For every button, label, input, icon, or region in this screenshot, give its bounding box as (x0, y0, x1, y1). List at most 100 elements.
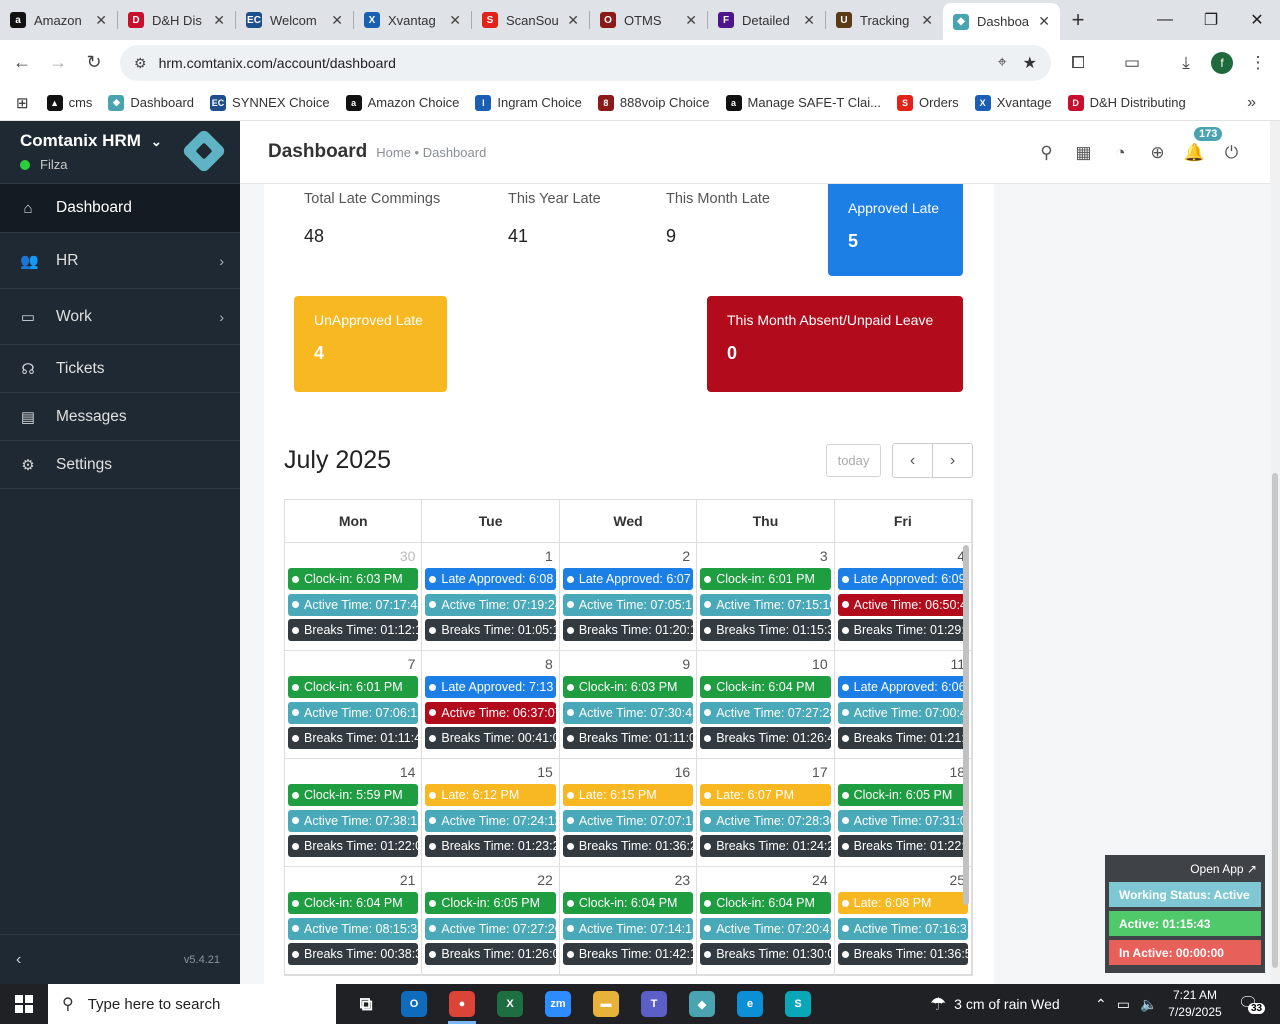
bookmark-6[interactable]: a Manage SAFE-T Clai... (725, 94, 881, 111)
calendar-event[interactable]: Clock-in: 6:04 PM (288, 892, 419, 914)
tab-1[interactable]: D D&H Dis ✕ (118, 3, 235, 37)
calendar-event[interactable]: Active Time: 07:20:41 (700, 917, 831, 940)
calendar-event[interactable]: Active Time: 07:27:28 (700, 701, 831, 724)
calendar-event[interactable]: Active Time: 07:14:18 (562, 917, 694, 940)
day-number[interactable]: 9 (563, 654, 693, 676)
calendar-event[interactable]: Active Time: 06:37:07 (425, 701, 556, 724)
calendar-event[interactable]: Clock-in: 6:01 PM (288, 676, 419, 698)
profile-avatar[interactable]: f (1204, 40, 1240, 85)
calendar-event[interactable]: Clock-in: 6:05 PM (837, 784, 969, 806)
calendar-event[interactable]: Active Time: 07:28:36 (700, 809, 831, 832)
calendar-day-cell[interactable]: 3 Clock-in: 6:01 PM Active Time: 07:15:10 B… (697, 543, 835, 650)
extensions-icon[interactable]: ⧠ (1060, 40, 1096, 85)
day-number[interactable]: 18 (838, 762, 968, 784)
calendar-event[interactable]: Late: 6:15 PM (562, 784, 694, 806)
calendar-event[interactable]: Breaks Time: 01:22:2 (837, 835, 969, 858)
calendar-day-cell[interactable]: 17 Late: 6:07 PM Active Time: 07:28:36 Brea… (697, 759, 835, 866)
calendar-event[interactable]: Clock-in: 6:01 PM (700, 568, 831, 590)
page-scrollbar[interactable] (1270, 121, 1280, 984)
close-tab-icon[interactable]: ✕ (567, 12, 579, 29)
calendar-day-cell[interactable]: 23 Clock-in: 6:04 PM Active Time: 07:14:18… (560, 867, 698, 974)
calendar-event[interactable]: Late: 6:12 PM (425, 784, 556, 806)
cast-icon[interactable]: ▭ (1114, 40, 1150, 85)
calendar-event[interactable]: Active Time: 08:15:37 (288, 917, 419, 940)
day-number[interactable]: 3 (700, 546, 830, 568)
tab-3[interactable]: X Xvantag ✕ (354, 3, 471, 37)
calendar-event[interactable]: Breaks Time: 01:36:27 (562, 835, 694, 858)
bookmark-0[interactable]: ▲ cms (46, 94, 92, 111)
close-tab-icon[interactable]: ✕ (213, 12, 225, 29)
calendar-event[interactable]: Breaks Time: 01:12:18 (288, 619, 419, 642)
sidebar-item-messages[interactable]: ▤ Messages (0, 393, 240, 441)
bookmark-9[interactable]: D D&H Distributing (1067, 94, 1186, 111)
close-tab-icon[interactable]: ✕ (685, 12, 697, 29)
bookmarks-overflow-icon[interactable]: » (1247, 94, 1256, 112)
calendar-event[interactable]: Breaks Time: 01:42:14 (562, 943, 694, 966)
close-tab-icon[interactable]: ✕ (95, 12, 107, 29)
calendar-day-cell[interactable]: 24 Clock-in: 6:04 PM Active Time: 07:20:41… (697, 867, 835, 974)
power-icon[interactable]: ⏻ (1213, 143, 1250, 163)
calendar-event[interactable]: Active Time: 06:50:4 (837, 593, 969, 616)
network-icon[interactable]: ▭ (1117, 996, 1130, 1013)
search-icon[interactable]: ⚲ (1028, 143, 1065, 163)
calendar-event[interactable]: Breaks Time: 01:26:05 (425, 943, 556, 966)
calendar-day-cell[interactable]: 22 Clock-in: 6:05 PM Active Time: 07:27:26… (422, 867, 560, 974)
edge-taskbar-button[interactable]: e (726, 984, 774, 1024)
weather-widget[interactable]: ☂ 3 cm of rain Wed (930, 984, 1060, 1024)
calendar-event[interactable]: Breaks Time: 01:05:14 (425, 619, 556, 642)
calendar-event[interactable]: Late Approved: 6:07 PM (562, 568, 694, 590)
calendar-day-cell[interactable]: 7 Clock-in: 6:01 PM Active Time: 07:06:19 B… (285, 651, 423, 758)
tab-8[interactable]: ◆ Dashboa ✕ (943, 3, 1060, 40)
reload-icon[interactable]: ↻ (76, 45, 112, 81)
calendar-event[interactable]: Late: 6:07 PM (700, 784, 831, 806)
back-icon[interactable]: ← (4, 45, 40, 81)
day-number[interactable]: 25 (838, 870, 968, 892)
calendar-event[interactable]: Breaks Time: 01:11:00 (562, 727, 694, 750)
open-app-link[interactable]: Open App ↗ (1109, 855, 1261, 882)
task-view-taskbar-button[interactable]: ⧉ (342, 984, 390, 1024)
calendar-event[interactable]: Clock-in: 6:04 PM (562, 892, 694, 914)
calendar-day-cell[interactable]: 15 Late: 6:12 PM Active Time: 07:24:12 Brea… (422, 759, 560, 866)
file-explorer-taskbar-button[interactable]: ▬ (582, 984, 630, 1024)
day-number[interactable]: 1 (425, 546, 555, 568)
calendar-event[interactable]: Breaks Time: 01:21:1 (837, 727, 969, 750)
day-number[interactable]: 2 (563, 546, 693, 568)
day-number[interactable]: 24 (700, 870, 830, 892)
calendar-event[interactable]: Breaks Time: 01:15:31 (700, 619, 831, 642)
taskbar-search[interactable]: ⚲ Type here to search (48, 984, 336, 1024)
calendar-event[interactable]: Active Time: 07:19:24 (425, 593, 556, 616)
bookmark-5[interactable]: 8 888voip Choice (597, 94, 710, 111)
day-number[interactable]: 7 (288, 654, 418, 676)
day-number[interactable]: 10 (700, 654, 830, 676)
calendar-event[interactable]: Late Approved: 6:08 PM (425, 568, 556, 590)
calendar-event[interactable]: Clock-in: 5:59 PM (288, 784, 419, 806)
restore-icon[interactable]: ❐ (1188, 0, 1234, 40)
download-icon[interactable]: ⤓ (1168, 40, 1204, 85)
calendar-day-cell[interactable]: 14 Clock-in: 5:59 PM Active Time: 07:38:19… (285, 759, 423, 866)
day-number[interactable]: 4 (838, 546, 968, 568)
brand-switcher[interactable]: Comtanix HRM ⌄ (20, 131, 162, 151)
approved-late-card[interactable]: Approved Late 5 (828, 184, 963, 276)
bell-icon[interactable]: 🔔 173 (1176, 126, 1223, 163)
day-number[interactable]: 17 (700, 762, 830, 784)
calendar-event[interactable]: Active Time: 07:31:0 (837, 809, 969, 832)
day-number[interactable]: 23 (563, 870, 693, 892)
calendar-event[interactable]: Active Time: 07:00:4 (837, 701, 969, 724)
calendar-event[interactable]: Clock-in: 6:04 PM (700, 892, 831, 914)
calendar-event[interactable]: Breaks Time: 01:20:19 (562, 619, 694, 642)
zoom-taskbar-button[interactable]: zm (534, 984, 582, 1024)
new-tab-icon[interactable]: + (1060, 3, 1096, 37)
outlook-taskbar-button[interactable]: O (390, 984, 438, 1024)
calendar-day-cell[interactable]: 10 Clock-in: 6:04 PM Active Time: 07:27:28… (697, 651, 835, 758)
calendar-event[interactable]: Breaks Time: 01:11:40 (288, 727, 419, 750)
calendar-day-cell[interactable]: 30 Clock-in: 6:03 PM Active Time: 07:17:43… (285, 543, 423, 650)
tab-2[interactable]: EC Welcom ✕ (236, 3, 353, 37)
bookmark-4[interactable]: I Ingram Choice (475, 94, 582, 111)
prev-month-button[interactable]: ‹ (892, 443, 933, 478)
calendar-day-cell[interactable]: 4Late Approved: 6:09 PM Active Time: 06:5… (835, 543, 973, 650)
calendar-event[interactable]: Active Time: 07:05:16 (562, 593, 694, 616)
calendar-event[interactable]: Active Time: 07:16:3 (837, 917, 969, 940)
calendar-day-cell[interactable]: 16 Late: 6:15 PM Active Time: 07:07:18 Brea… (560, 759, 698, 866)
minimize-icon[interactable]: — (1142, 0, 1188, 40)
calendar-event[interactable]: Late: 6:08 PM (837, 892, 969, 914)
